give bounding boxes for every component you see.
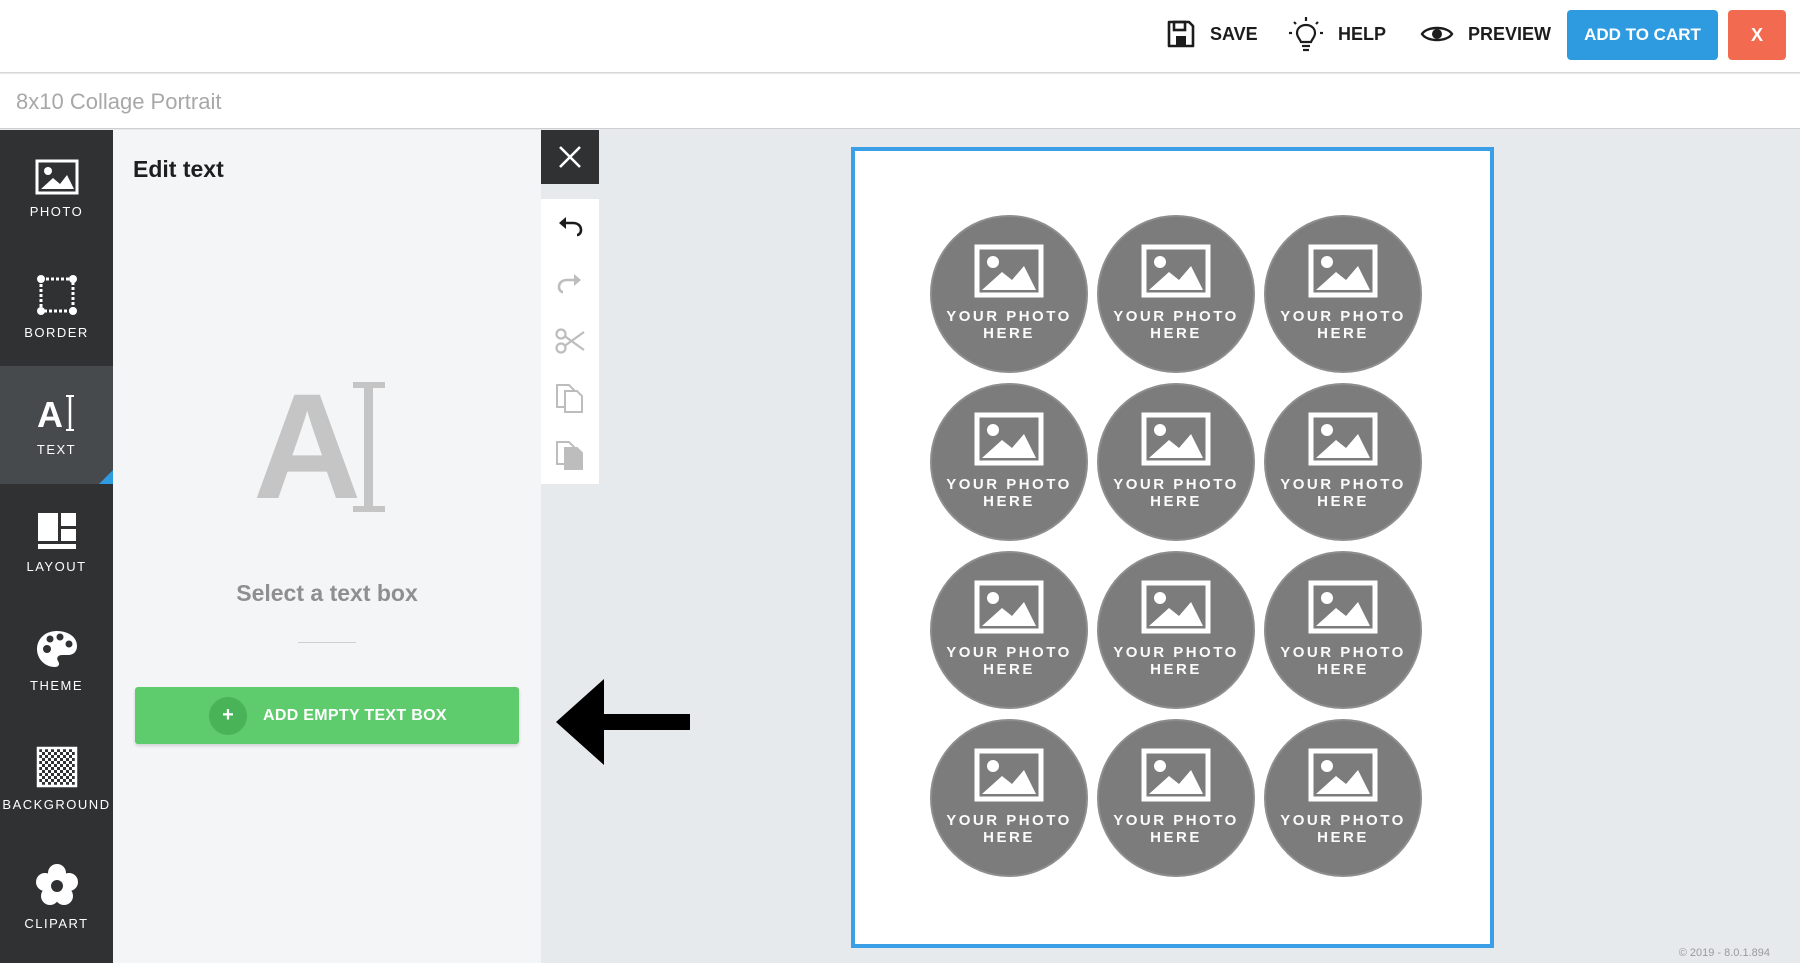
image-placeholder-icon <box>974 412 1044 466</box>
image-placeholder-icon <box>1308 412 1378 466</box>
photo-slot[interactable]: YOUR PHOTO HERE <box>1097 551 1255 709</box>
image-placeholder-icon <box>974 748 1044 802</box>
plus-icon: + <box>209 696 247 735</box>
photo-slot-label: YOUR PHOTO HERE <box>946 644 1072 678</box>
edit-text-panel: Edit text A Select a text box + ADD EMPT… <box>113 130 541 963</box>
paste-icon <box>556 441 583 470</box>
sidebar-label-photo: PHOTO <box>29 204 84 219</box>
photo-slot[interactable]: YOUR PHOTO HERE <box>930 551 1088 709</box>
redo-button[interactable] <box>541 256 599 312</box>
photo-slot-label: YOUR PHOTO HERE <box>1113 308 1239 342</box>
lightbulb-icon <box>1289 17 1323 52</box>
top-bar: SAVE HELP PREVIEW ADD TO CART X <box>0 0 1800 73</box>
image-placeholder-icon <box>1308 748 1378 802</box>
image-placeholder-icon <box>1308 580 1378 634</box>
photo-slot-label: YOUR PHOTO HERE <box>946 476 1072 510</box>
image-placeholder-icon <box>974 580 1044 634</box>
floppy-disk-icon <box>1167 20 1195 48</box>
paste-button[interactable] <box>541 427 599 483</box>
preview-button[interactable]: PREVIEW <box>1420 14 1551 54</box>
close-editor-button[interactable]: X <box>1728 10 1786 60</box>
photo-slot-label: YOUR PHOTO HERE <box>1113 644 1239 678</box>
photo-slot-label: YOUR PHOTO HERE <box>946 812 1072 846</box>
cut-button[interactable] <box>541 313 599 369</box>
help-button[interactable]: HELP <box>1288 14 1386 54</box>
photo-slot[interactable]: YOUR PHOTO HERE <box>1264 215 1422 373</box>
photo-slot[interactable]: YOUR PHOTO HERE <box>1264 551 1422 709</box>
photo-icon <box>35 159 78 195</box>
help-label: HELP <box>1338 23 1387 44</box>
collage-page[interactable]: YOUR PHOTO HERE YOUR PHOTO HERE YOUR PHO… <box>851 147 1494 948</box>
sidebar-label-background: BACKGROUND <box>2 797 111 812</box>
copyright-text: © 2019 - 8.0.1.894 <box>1678 947 1770 959</box>
title-bar: 8x10 Collage Portrait <box>0 74 1800 129</box>
photo-slot-label: YOUR PHOTO HERE <box>1113 812 1239 846</box>
undo-icon <box>559 217 583 237</box>
project-title: 8x10 Collage Portrait <box>16 89 222 114</box>
edit-toolbar <box>541 199 599 484</box>
sidebar-label-theme: THEME <box>30 678 83 693</box>
preview-label: PREVIEW <box>1468 23 1552 44</box>
photo-slot-label: YOUR PHOTO HERE <box>1280 812 1406 846</box>
sidebar-item-photo[interactable]: PHOTO <box>0 130 113 248</box>
photo-slot[interactable]: YOUR PHOTO HERE <box>1264 719 1422 877</box>
image-placeholder-icon <box>1141 580 1211 634</box>
sidebar-label-layout: LAYOUT <box>26 559 87 574</box>
add-to-cart-button[interactable]: ADD TO CART <box>1567 10 1718 60</box>
save-label: SAVE <box>1210 23 1258 44</box>
photo-slot[interactable]: YOUR PHOTO HERE <box>1097 383 1255 541</box>
photo-slot-label: YOUR PHOTO HERE <box>1280 644 1406 678</box>
left-sidebar: PHOTO BORDER A TEXT LAYOUT THEME BACKGRO… <box>0 130 113 963</box>
image-placeholder-icon <box>1141 244 1211 298</box>
left-arrow-icon <box>556 679 690 765</box>
layout-icon <box>37 513 76 549</box>
photo-slot-label: YOUR PHOTO HERE <box>1280 476 1406 510</box>
sidebar-item-border[interactable]: BORDER <box>0 248 113 366</box>
photo-slot[interactable]: YOUR PHOTO HERE <box>930 215 1088 373</box>
photo-slot-label: YOUR PHOTO HERE <box>946 308 1072 342</box>
text-icon: A <box>37 394 74 433</box>
copy-icon <box>556 384 583 413</box>
photo-slot-label: YOUR PHOTO HERE <box>1113 476 1239 510</box>
photo-slot[interactable]: YOUR PHOTO HERE <box>1264 383 1422 541</box>
photo-slot[interactable]: YOUR PHOTO HERE <box>930 383 1088 541</box>
sidebar-label-text: TEXT <box>36 442 77 457</box>
add-button-label: ADD EMPTY TEXT BOX <box>263 706 447 724</box>
redo-icon <box>557 274 581 294</box>
sidebar-label-clipart: CLIPART <box>24 916 89 931</box>
checkerboard-icon <box>36 746 77 788</box>
flower-icon <box>35 864 78 905</box>
sidebar-item-layout[interactable]: LAYOUT <box>0 484 113 602</box>
select-text-hint: Select a text box <box>236 580 418 606</box>
photo-slot-label: YOUR PHOTO HERE <box>1280 308 1406 342</box>
sidebar-item-theme[interactable]: THEME <box>0 602 113 720</box>
sidebar-item-text[interactable]: A TEXT <box>0 366 113 484</box>
scissors-icon <box>555 328 585 354</box>
eye-icon <box>1420 26 1454 42</box>
hint-divider <box>298 642 356 643</box>
sidebar-label-border: BORDER <box>24 325 89 340</box>
photo-slot[interactable]: YOUR PHOTO HERE <box>930 719 1088 877</box>
copy-button[interactable] <box>541 370 599 426</box>
photo-slot[interactable]: YOUR PHOTO HERE <box>1097 719 1255 877</box>
image-placeholder-icon <box>1308 244 1378 298</box>
close-panel-button[interactable] <box>541 130 599 184</box>
border-icon <box>36 275 77 315</box>
image-placeholder-icon <box>1141 748 1211 802</box>
add-empty-text-box-button[interactable]: + ADD EMPTY TEXT BOX <box>135 687 519 744</box>
svg-text:A: A <box>253 370 361 520</box>
image-placeholder-icon <box>1141 412 1211 466</box>
palette-icon <box>36 631 77 667</box>
photo-slot[interactable]: YOUR PHOTO HERE <box>1097 215 1255 373</box>
svg-text:A: A <box>37 394 63 433</box>
image-placeholder-icon <box>974 244 1044 298</box>
save-button[interactable]: SAVE <box>1166 14 1258 54</box>
panel-title: Edit text <box>133 156 224 182</box>
sidebar-item-background[interactable]: BACKGROUND <box>0 720 113 838</box>
close-icon <box>559 146 581 168</box>
sidebar-item-clipart[interactable]: CLIPART <box>0 838 113 956</box>
undo-button[interactable] <box>541 199 599 255</box>
large-text-icon: A <box>253 370 385 520</box>
